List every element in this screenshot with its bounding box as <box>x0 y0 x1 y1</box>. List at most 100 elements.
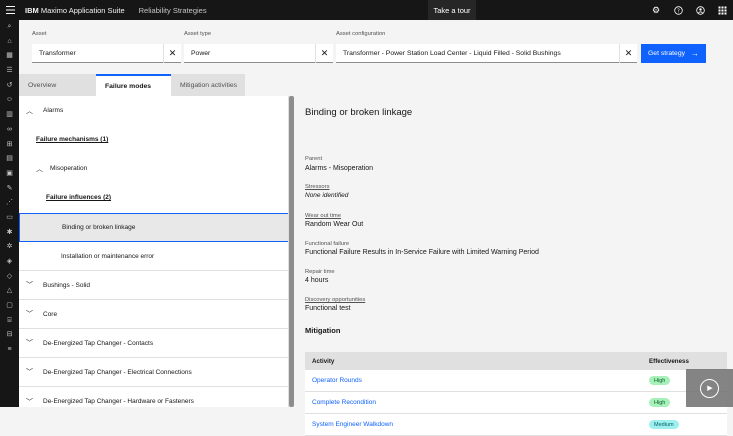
more-icon[interactable]: ≡ <box>0 343 19 358</box>
tree-item-label: De-Energized Tap Changer - Contacts <box>43 339 154 347</box>
wearout-label[interactable]: Wear out time <box>305 213 341 219</box>
calendar-icon[interactable]: ▣ <box>0 167 19 182</box>
shield-icon[interactable]: ◇ <box>0 270 19 285</box>
user-icon[interactable] <box>689 0 711 20</box>
gear-icon[interactable]: ⚙ <box>645 0 667 20</box>
close-icon[interactable]: ✕ <box>619 43 637 63</box>
discovery-value: Functional test <box>305 305 351 312</box>
app-name: Reliability Strategies <box>138 5 207 15</box>
mitigation-table: Activity Effectiveness Operator Rounds H… <box>305 352 727 436</box>
tree-item-label: De-Energized Tap Changer - Hardware or F… <box>43 398 194 405</box>
users-icon[interactable]: ☺ <box>0 93 19 108</box>
tab-mitigation-activities[interactable]: Mitigation activities <box>171 74 245 96</box>
video-overlay[interactable]: ▶ <box>686 369 733 407</box>
failure-influences-heading: Failure influences (2) <box>19 183 288 212</box>
alert-icon[interactable]: ◈ <box>0 255 19 270</box>
grid-icon[interactable]: ▦ <box>0 49 19 64</box>
home-icon[interactable]: ⌂ <box>0 35 19 50</box>
tree-item-label: De-Energized Tap Changer - Electrical Co… <box>43 368 192 376</box>
tool-icon[interactable]: ✎ <box>0 182 19 197</box>
tree-item-label: Core <box>43 310 58 318</box>
tree-item-label: Installation or maintenance error <box>61 252 155 260</box>
tree-item-bushings[interactable]: ﹀ Bushings - Solid <box>19 271 288 300</box>
tab-failure-modes[interactable]: Failure modes <box>96 74 171 96</box>
tree-item-detc-contacts[interactable]: ﹀ De-Energized Tap Changer - Contacts <box>19 329 288 358</box>
tree-item-label: Binding or broken linkage <box>62 224 136 231</box>
asset-type-field[interactable]: Power ✕ <box>184 43 333 63</box>
brand-bold: IBM <box>25 5 39 15</box>
close-icon[interactable]: ✕ <box>315 43 333 63</box>
cart-icon[interactable]: ⊞ <box>0 138 19 153</box>
activity-link[interactable]: Operator Rounds <box>312 377 362 384</box>
tree-item-detc-hardware[interactable]: ﹀ De-Energized Tap Changer - Hardware or… <box>19 387 288 407</box>
asset-value: Transformer <box>39 49 76 57</box>
asset-field[interactable]: Transformer ✕ <box>32 43 181 63</box>
table-row: Operator Rounds High <box>305 370 727 392</box>
take-a-tour-button[interactable]: Take a tour <box>428 0 476 20</box>
chevron-up-icon[interactable]: ︿ <box>26 106 33 116</box>
chevron-up-icon[interactable]: ︿ <box>36 164 43 174</box>
get-strategy-button[interactable]: Get strategy → <box>641 44 706 63</box>
asset-type-label: Asset type <box>184 31 212 37</box>
failure-modes-tree: ︿ Alarms Failure mechanisms (1) ︿ Misope… <box>19 96 289 407</box>
chart-icon[interactable]: ▥ <box>0 108 19 123</box>
tree-item-core[interactable]: ﹀ Core <box>19 300 288 329</box>
chevron-down-icon[interactable]: ﹀ <box>26 309 33 319</box>
tree-item-label: Misoperation <box>50 165 88 172</box>
warning-icon[interactable]: △ <box>0 284 19 299</box>
arrow-right-icon: → <box>691 49 699 58</box>
col-effectiveness: Effectiveness <box>649 357 689 365</box>
close-icon[interactable]: ✕ <box>163 43 181 63</box>
box-icon[interactable]: ▢ <box>0 299 19 314</box>
chevron-down-icon[interactable]: ﹀ <box>26 397 33 407</box>
svg-text:?: ? <box>677 8 680 14</box>
apps-icon[interactable] <box>711 0 733 20</box>
discovery-label[interactable]: Discovery opportunities <box>305 297 365 303</box>
parent-label: Parent <box>305 156 323 162</box>
tree-item-binding[interactable]: Binding or broken linkage <box>19 213 288 242</box>
hamburger-icon[interactable] <box>0 0 20 20</box>
tab-list: Overview Failure modes Mitigation activi… <box>19 74 245 96</box>
effectiveness-badge: High <box>649 376 671 385</box>
stressors-value: None identified <box>305 192 349 199</box>
side-nav: ⌕ ⌂ ▦ ☰ ↺ ☺ ▥ ∞ ⊞ ▤ ▣ ✎ ⋰ ▭ ✱ ✲ ◈ ◇ △ ▢ … <box>0 20 19 407</box>
tree-item-detc-electrical[interactable]: ﹀ De-Energized Tap Changer - Electrical … <box>19 358 288 387</box>
tab-overview[interactable]: Overview <box>19 74 96 96</box>
asset-config-field[interactable]: Transformer - Power Station Load Center … <box>336 43 637 63</box>
failure-detail-panel: Binding or broken linkage Parent Alarms … <box>294 96 733 436</box>
mitigation-title: Mitigation <box>305 326 341 335</box>
wearout-value: Random Wear Out <box>305 221 364 228</box>
repair-time-value: 4 hours <box>305 277 329 284</box>
asset-label: Asset <box>32 31 47 37</box>
parent-value: Alarms - Misoperation <box>305 165 374 172</box>
chevron-down-icon[interactable]: ﹀ <box>26 280 33 290</box>
search-icon[interactable]: ⌕ <box>0 20 19 35</box>
store-icon[interactable]: ⌸ <box>0 314 19 329</box>
folder-icon[interactable]: ▭ <box>0 211 19 226</box>
chevron-down-icon[interactable]: ﹀ <box>26 338 33 348</box>
settings-icon[interactable]: ✱ <box>0 226 19 241</box>
help-icon[interactable]: ? <box>667 0 689 20</box>
top-bar: IBM Maximo Application Suite Reliability… <box>0 0 733 20</box>
tree-item-alarms[interactable]: ︿ Alarms <box>19 96 288 125</box>
star-icon[interactable]: ✲ <box>0 240 19 255</box>
play-icon[interactable]: ▶ <box>700 378 719 398</box>
tree-item-misoperation[interactable]: ︿ Misoperation <box>19 154 288 183</box>
detail-title: Binding or broken linkage <box>305 107 413 118</box>
activity-link[interactable]: Complete Recondition <box>312 399 376 406</box>
document-icon[interactable]: ▤ <box>0 152 19 167</box>
cart-icon-2[interactable]: ⊟ <box>0 328 19 343</box>
failure-influences-label: Failure influences (2) <box>46 194 112 201</box>
stressors-label[interactable]: Stressors <box>305 184 329 190</box>
tree-item-label: Bushings - Solid <box>43 281 90 289</box>
activity-link[interactable]: System Engineer Walkdown <box>312 421 393 428</box>
list-icon[interactable]: ☰ <box>0 64 19 79</box>
tree-item-installation[interactable]: Installation or maintenance error <box>19 242 288 271</box>
chevron-down-icon[interactable]: ﹀ <box>26 367 33 377</box>
table-header: Activity Effectiveness <box>305 352 727 370</box>
history-icon[interactable]: ↺ <box>0 79 19 94</box>
link-icon[interactable]: ∞ <box>0 123 19 138</box>
effectiveness-badge: High <box>649 398 671 407</box>
analytics-icon[interactable]: ⋰ <box>0 196 19 211</box>
brand-name[interactable]: IBM Maximo Application Suite <box>25 6 125 15</box>
